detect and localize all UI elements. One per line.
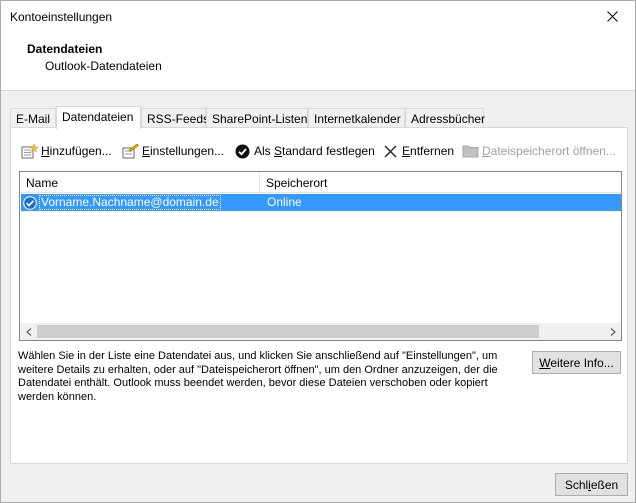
settings-button-label: Einstellungen...	[142, 144, 225, 158]
settings-icon	[121, 143, 139, 159]
add-button[interactable]: Hinzufügen...	[20, 140, 112, 162]
column-header-name[interactable]: Name	[20, 172, 260, 193]
open-file-location-label: Dateispeicherort öffnen...	[482, 144, 616, 158]
set-default-button-label: Als Standard festlegen	[254, 144, 375, 158]
dialog-header: Datendateien Outlook-Datendateien	[1, 32, 635, 91]
tab-internet-calendars[interactable]: Internetkalender	[308, 108, 405, 128]
set-default-button[interactable]: Als Standard festlegen	[233, 140, 375, 162]
header-title: Datendateien	[27, 42, 103, 56]
folder-icon	[461, 143, 479, 159]
tab-data-files[interactable]: Datendateien	[56, 106, 141, 129]
close-button-label: Schließen	[564, 477, 619, 492]
scroll-left-icon[interactable]	[20, 323, 37, 340]
close-window-button[interactable]	[589, 1, 635, 32]
account-settings-window: Kontoeinstellungen Datendateien Outlook-…	[0, 0, 636, 503]
tab-email[interactable]: E-Mail	[10, 108, 56, 128]
header-subtitle: Outlook-Datendateien	[45, 59, 162, 73]
toolbar: Hinzufügen... Einstellungen... Als Stand…	[11, 140, 627, 162]
data-files-panel: Hinzufügen... Einstellungen... Als Stand…	[10, 127, 628, 464]
tab-rss-feeds[interactable]: RSS-Feeds	[141, 108, 209, 128]
list-item[interactable]: Vorname.Nachname@domain.de Online	[21, 194, 621, 211]
tab-sharepoint-lists[interactable]: SharePoint-Listen	[206, 108, 308, 128]
list-item-name: Vorname.Nachname@domain.de	[39, 195, 221, 210]
scroll-right-icon[interactable]	[604, 323, 621, 340]
checkmark-circle-icon	[233, 143, 251, 159]
scrollbar-thumb[interactable]	[37, 325, 539, 338]
column-header-location[interactable]: Speicherort	[260, 172, 620, 193]
list-item-location: Online	[267, 195, 302, 209]
settings-button[interactable]: Einstellungen...	[121, 140, 224, 162]
description-text: Wählen Sie in der Liste eine Datendatei …	[18, 350, 498, 403]
add-button-label: Hinzufügen...	[41, 144, 112, 158]
add-file-icon	[20, 143, 38, 159]
tab-address-books[interactable]: Adressbücher	[405, 108, 485, 128]
remove-button-label: Entfernen	[402, 144, 455, 158]
list-item-name-cell: Vorname.Nachname@domain.de	[23, 194, 221, 211]
remove-x-icon	[381, 143, 399, 159]
more-info-label: Weitere Info...	[539, 355, 614, 370]
data-files-list[interactable]: Name Speicherort Vorname.Nachname@domain…	[19, 171, 622, 341]
remove-button[interactable]: Entfernen	[381, 140, 454, 162]
open-file-location-button[interactable]: Dateispeicherort öffnen...	[461, 140, 616, 162]
close-icon	[606, 11, 618, 22]
close-button[interactable]: Schließen	[555, 473, 628, 496]
title-bar[interactable]: Kontoeinstellungen	[1, 1, 635, 32]
default-check-icon	[23, 195, 37, 210]
list-header: Name Speicherort	[20, 172, 621, 193]
more-info-button[interactable]: Weitere Info...	[532, 351, 621, 374]
horizontal-scrollbar[interactable]	[20, 323, 621, 340]
window-title: Kontoeinstellungen	[10, 10, 113, 24]
